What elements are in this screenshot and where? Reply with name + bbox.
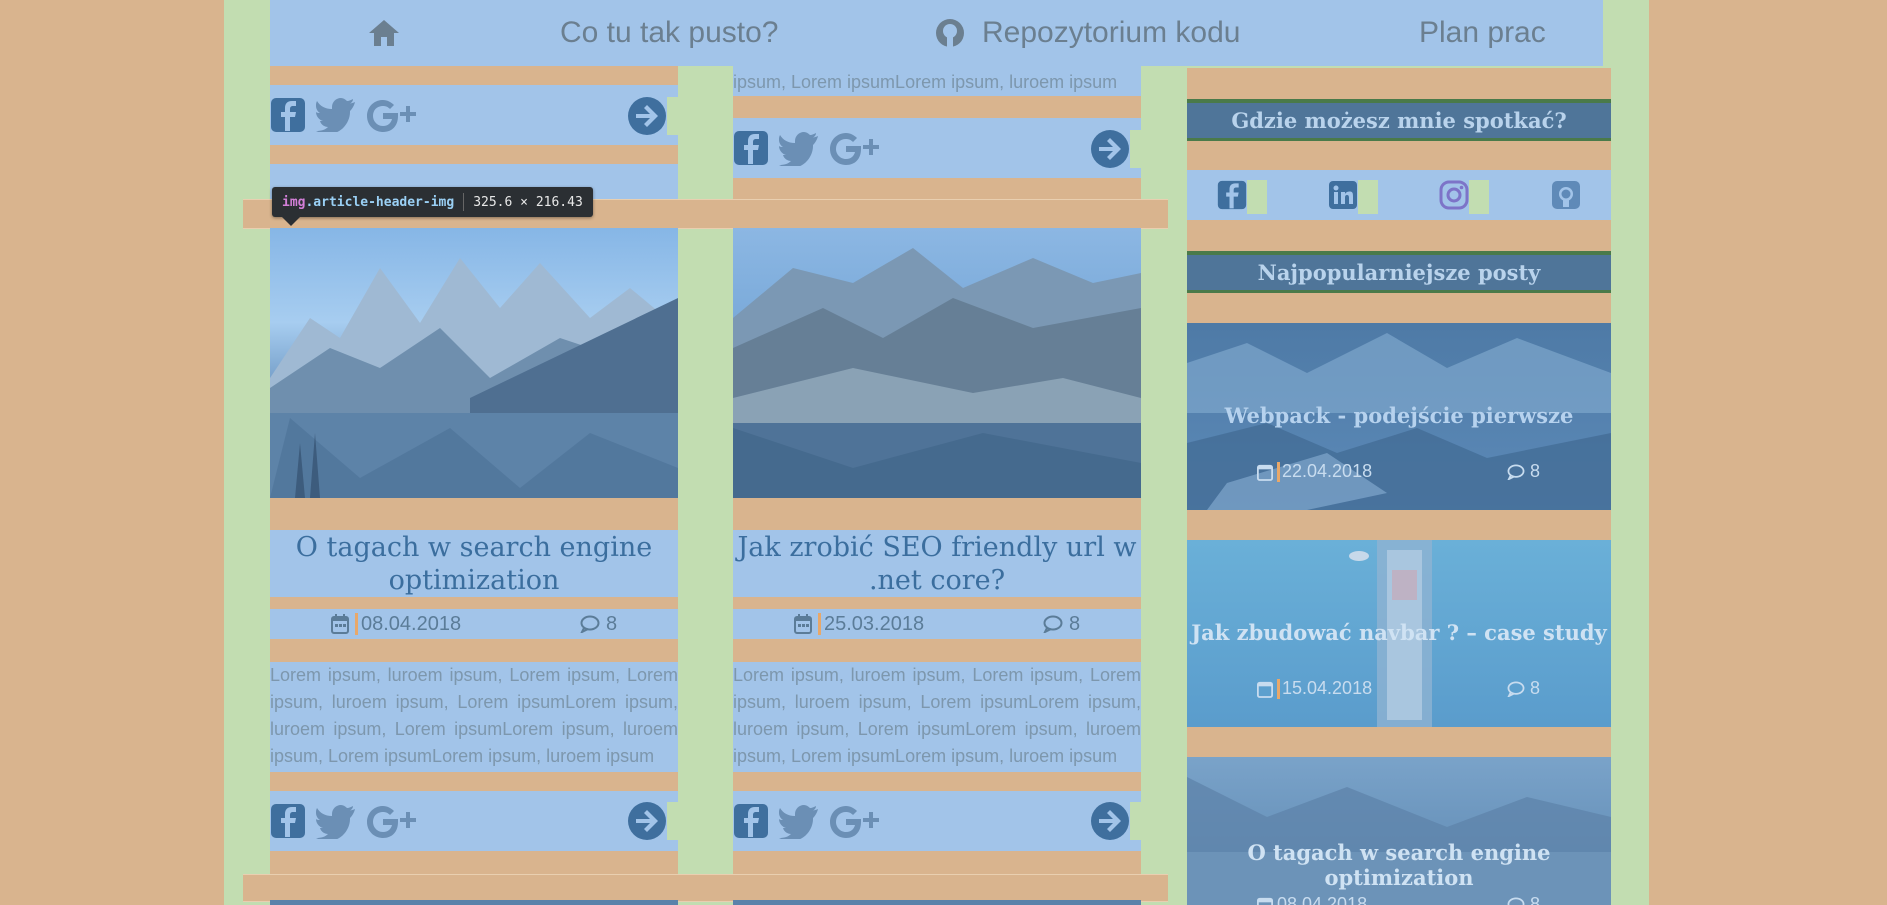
tooltip-tag: img bbox=[282, 194, 306, 210]
linkedin-icon[interactable] bbox=[1328, 180, 1358, 210]
date-padding bbox=[818, 613, 821, 635]
nav-repo-label: Repozytorium kodu bbox=[982, 16, 1241, 49]
popular-post-comments-count: 8 bbox=[1530, 678, 1541, 698]
facebook-icon[interactable] bbox=[733, 130, 769, 166]
tooltip-divider bbox=[463, 193, 465, 211]
google-plus-icon[interactable] bbox=[829, 805, 881, 839]
calendar-icon bbox=[794, 614, 812, 634]
calendar-icon bbox=[331, 614, 349, 634]
google-plus-icon[interactable] bbox=[366, 805, 418, 839]
article-date: 08.04.2018 bbox=[331, 610, 461, 638]
comment-icon bbox=[1507, 896, 1525, 905]
twitter-icon[interactable] bbox=[779, 131, 819, 167]
popular-post-card[interactable]: O tagach w search engine optimization 08… bbox=[1187, 757, 1611, 905]
facebook-icon[interactable] bbox=[270, 97, 306, 133]
read-more-arrow-icon[interactable] bbox=[1090, 129, 1130, 169]
popular-post-date: 15.04.2018 bbox=[1257, 678, 1372, 699]
icon-padding bbox=[1469, 180, 1489, 214]
article-excerpt: Lorem ipsum, luroem ipsum, Lorem ipsum, … bbox=[733, 665, 1141, 766]
popular-post-card[interactable]: Webpack - podejście pierwsze 22.04.2018 … bbox=[1187, 323, 1611, 510]
popular-post-date-text: 15.04.2018 bbox=[1282, 678, 1373, 698]
arrow-padding bbox=[1130, 802, 1141, 840]
tooltip-arrow bbox=[282, 217, 300, 226]
arrow-padding bbox=[667, 802, 678, 840]
nav-plan-label: Plan prac bbox=[1419, 16, 1546, 49]
popular-post-comments: 8 bbox=[1507, 894, 1540, 905]
popular-post-date-text: 08.04.2018 bbox=[1277, 894, 1368, 905]
comment-icon bbox=[1507, 463, 1525, 480]
read-more-arrow-icon[interactable] bbox=[627, 801, 667, 841]
article-comments[interactable]: 8 bbox=[580, 610, 617, 638]
facebook-icon[interactable] bbox=[270, 803, 306, 839]
nav-home[interactable] bbox=[366, 0, 402, 66]
sidebar-heading-meet: Gdzie możesz mnie spotkać? bbox=[1187, 99, 1611, 141]
nav-empty[interactable]: Co tu tak pusto? bbox=[560, 0, 778, 66]
article-header-img-next bbox=[270, 900, 678, 905]
article-header-img[interactable] bbox=[733, 228, 1141, 498]
tooltip-class: .article-header-img bbox=[305, 194, 455, 210]
popular-post-card[interactable]: Jak zbudować navbar ? – case study 15.04… bbox=[1187, 540, 1611, 727]
article-header-img-next bbox=[733, 900, 1141, 905]
calendar-icon bbox=[1257, 463, 1273, 481]
instagram-icon[interactable] bbox=[1439, 180, 1469, 210]
article-title[interactable]: Jak zrobić SEO friendly url w .net core? bbox=[733, 531, 1141, 597]
row-margin bbox=[243, 874, 1168, 902]
sidebar-heading-popular: Najpopularniejsze posty bbox=[1187, 251, 1611, 293]
icon-padding bbox=[1358, 180, 1378, 214]
facebook-icon[interactable] bbox=[1217, 180, 1247, 210]
popular-post-date: 22.04.2018 bbox=[1257, 461, 1372, 482]
nav-plan[interactable]: Plan prac bbox=[1419, 0, 1546, 66]
article-date-text: 08.04.2018 bbox=[361, 612, 462, 635]
popular-post-comments-count: 8 bbox=[1530, 461, 1541, 481]
home-icon bbox=[366, 17, 402, 49]
mountain-valley-image bbox=[733, 248, 1141, 498]
popular-post-title: Webpack - podejście pierwsze bbox=[1224, 403, 1574, 428]
date-padding bbox=[1277, 678, 1280, 699]
tooltip-size: 325.6 × 216.43 bbox=[473, 194, 583, 210]
google-plus-icon[interactable] bbox=[366, 99, 418, 133]
twitter-icon[interactable] bbox=[316, 97, 356, 133]
devtools-tooltip: img .article-header-img 325.6 × 216.43 bbox=[272, 187, 593, 217]
twitter-icon[interactable] bbox=[316, 804, 356, 840]
arrow-padding bbox=[667, 97, 678, 135]
comment-icon bbox=[580, 615, 600, 633]
article-title[interactable]: O tagach w search engine optimization bbox=[270, 531, 678, 597]
google-plus-icon[interactable] bbox=[829, 132, 881, 166]
popular-post-title: Jak zbudować navbar ? – case study bbox=[1191, 620, 1607, 645]
date-padding bbox=[355, 613, 358, 635]
mountain-lake-image bbox=[270, 258, 678, 498]
popular-post-comments-count: 8 bbox=[1530, 894, 1541, 905]
calendar-icon bbox=[1257, 680, 1273, 698]
article-excerpt: Lorem ipsum, luroem ipsum, Lorem ipsum, … bbox=[270, 665, 678, 766]
arrow-padding bbox=[1130, 130, 1141, 168]
read-more-arrow-icon[interactable] bbox=[1090, 801, 1130, 841]
github-icon[interactable] bbox=[1551, 180, 1581, 210]
nav-repo[interactable]: Repozytorium kodu bbox=[934, 0, 1240, 66]
nav-empty-label: Co tu tak pusto? bbox=[560, 16, 779, 49]
twitter-icon[interactable] bbox=[779, 804, 819, 840]
read-more-arrow-icon[interactable] bbox=[627, 96, 667, 136]
facebook-icon[interactable] bbox=[733, 803, 769, 839]
article-date: 25.03.2018 bbox=[794, 610, 924, 638]
article-comments[interactable]: 8 bbox=[1043, 610, 1080, 638]
article-header-img[interactable] bbox=[270, 228, 678, 498]
icon-padding bbox=[1247, 180, 1267, 214]
article-comments-count: 8 bbox=[606, 612, 618, 635]
sidebar-heading-meet-text: Gdzie możesz mnie spotkać? bbox=[1231, 108, 1567, 133]
calendar-icon bbox=[1257, 896, 1273, 905]
date-padding bbox=[1277, 461, 1280, 482]
popular-post-title: O tagach w search engine optimization bbox=[1247, 840, 1551, 890]
github-icon bbox=[934, 17, 966, 49]
popular-post-date-text: 22.04.2018 bbox=[1282, 461, 1373, 481]
popular-post-comments: 8 bbox=[1507, 461, 1540, 482]
article-date-text: 25.03.2018 bbox=[824, 612, 925, 635]
popular-post-comments: 8 bbox=[1507, 678, 1540, 699]
article-comments-count: 8 bbox=[1069, 612, 1081, 635]
comment-icon bbox=[1043, 615, 1063, 633]
popular-post-date: 08.04.2018 bbox=[1257, 894, 1367, 905]
article-excerpt-fragment-text: ipsum, Lorem ipsumLorem ipsum, luroem ip… bbox=[733, 72, 1118, 92]
comment-icon bbox=[1507, 680, 1525, 697]
sidebar-heading-popular-text: Najpopularniejsze posty bbox=[1257, 260, 1541, 285]
